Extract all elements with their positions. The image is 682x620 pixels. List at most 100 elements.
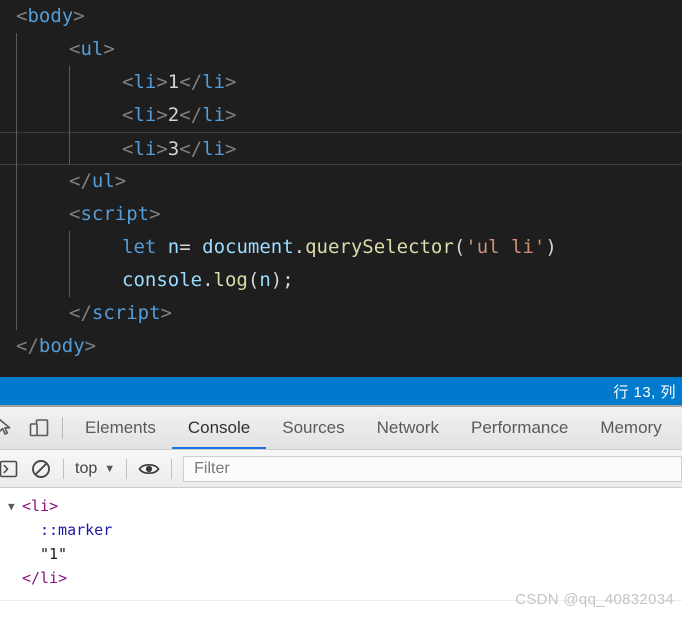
- code-token-fn: log: [213, 269, 248, 291]
- code-token-var: console: [122, 269, 203, 291]
- console-filter-input[interactable]: Filter: [183, 455, 682, 482]
- code-token-paren: .: [293, 236, 306, 258]
- code-editor-lines[interactable]: <body> <ul> <li>1</li> <li>2</li> <li>3</li>…: [0, 0, 682, 363]
- code-token-tag: li: [202, 71, 226, 93]
- tab-label: Memory: [600, 418, 662, 437]
- code-token-paren: );: [270, 269, 294, 291]
- code-token-punct: >: [114, 170, 127, 192]
- code-line-text: <body>: [16, 5, 85, 27]
- code-token-punct: >: [225, 104, 237, 126]
- disclosure-triangle-icon[interactable]: ▼: [8, 495, 22, 519]
- code-line-text: let n= document.querySelector('ul li'): [16, 236, 557, 258]
- code-token-punct: >: [149, 203, 161, 225]
- console-filter-placeholder: Filter: [194, 459, 230, 477]
- code-token-paren: (: [453, 236, 466, 258]
- tab-label: Elements: [85, 418, 156, 437]
- code-token-tag: body: [27, 5, 74, 27]
- code-line[interactable]: <ul>: [0, 33, 682, 66]
- watermark-label: CSDN @qq_40832034: [515, 591, 674, 608]
- console-token-tag: <li>: [22, 497, 59, 515]
- code-token-str: 'ul li': [465, 236, 546, 258]
- code-token-kw: let: [122, 236, 157, 258]
- console-output-row[interactable]: "1": [0, 542, 682, 566]
- code-line[interactable]: <body>: [0, 0, 682, 33]
- code-token-var: document: [202, 236, 294, 258]
- code-line[interactable]: <script>: [0, 198, 682, 231]
- code-token-fn: querySelector: [305, 236, 454, 258]
- inspect-cursor-icon[interactable]: [0, 409, 22, 447]
- tab-console[interactable]: Console: [171, 407, 267, 449]
- code-line[interactable]: <li>1</li>: [0, 66, 682, 99]
- tab-sources[interactable]: Sources: [266, 407, 360, 449]
- code-line[interactable]: <li>2</li>: [0, 99, 682, 132]
- tab-memory[interactable]: Memory: [584, 407, 677, 449]
- code-editor[interactable]: <body> <ul> <li>1</li> <li>2</li> <li>3</li>…: [0, 0, 682, 377]
- code-token-punct: >: [160, 302, 172, 324]
- code-token-punct: <: [122, 104, 134, 126]
- console-context-selector[interactable]: top ▼: [69, 460, 121, 478]
- code-line-text: <li>1</li>: [16, 71, 236, 93]
- toolbar-divider: [62, 417, 63, 439]
- code-token-tag: script: [80, 203, 150, 225]
- code-line[interactable]: </ul>: [0, 165, 682, 198]
- code-line-text: </script>: [16, 302, 172, 324]
- code-token-punct: </: [69, 170, 92, 192]
- tab-performance[interactable]: Performance: [455, 407, 584, 449]
- tab-label: Performance: [470, 418, 569, 437]
- device-toolbar-icon[interactable]: [22, 409, 56, 447]
- live-expression-eye-icon[interactable]: [132, 454, 166, 484]
- chevron-down-icon: ▼: [104, 462, 116, 475]
- code-line-text: </body>: [16, 335, 96, 357]
- console-toolbar-divider: [63, 458, 64, 479]
- code-token-var: n: [259, 269, 271, 291]
- console-output-row[interactable]: </li>: [0, 566, 682, 590]
- tab-label: Console: [187, 418, 251, 437]
- code-token-punct: <: [69, 38, 81, 60]
- code-line[interactable]: <li>3</li>: [0, 132, 682, 165]
- code-token-tag: li: [202, 138, 226, 160]
- code-token-punct: <: [16, 5, 28, 27]
- code-line[interactable]: console.log(n);: [0, 264, 682, 297]
- code-token-tag: ul: [80, 38, 104, 60]
- console-toolbar-divider-3: [171, 458, 173, 479]
- code-token-punct: </: [179, 104, 203, 126]
- code-line[interactable]: </script>: [0, 297, 682, 330]
- code-line-text: <script>: [16, 203, 161, 225]
- clear-console-icon[interactable]: [24, 454, 58, 484]
- code-token-text: 3: [167, 138, 180, 160]
- code-line-text: <li>2</li>: [16, 104, 236, 126]
- devtools-tabs: Elements Console Sources Network Performance…: [69, 407, 678, 449]
- code-token-punct: >: [156, 138, 168, 160]
- code-line-text: <li>3</li>: [16, 138, 236, 160]
- code-line-text: </ul>: [16, 170, 126, 192]
- code-line[interactable]: let n= document.querySelector('ul li'): [0, 231, 682, 264]
- code-token-tag: li: [133, 71, 157, 93]
- console-output-row[interactable]: ▼ <li>: [0, 494, 682, 518]
- cursor-position-label[interactable]: 行 13, 列: [613, 381, 676, 402]
- code-token-punct: >: [156, 104, 168, 126]
- code-token-punct: </: [179, 138, 203, 160]
- code-token-punct: >: [156, 71, 168, 93]
- editor-status-bar: 行 13, 列: [0, 377, 682, 405]
- code-token-paren: =: [179, 236, 203, 258]
- code-token-punct: >: [73, 5, 85, 27]
- console-toolbar: top ▼ Filter: [0, 450, 682, 488]
- code-token-paren: ): [545, 236, 557, 258]
- console-message[interactable]: ▼ <li>::marker"1" </li>: [0, 494, 682, 590]
- screenshot-root: <body> <ul> <li>1</li> <li>2</li> <li>3</li>…: [0, 0, 682, 620]
- code-token-punct: >: [103, 38, 115, 60]
- code-line[interactable]: </body>: [0, 330, 682, 363]
- tab-elements[interactable]: Elements: [69, 407, 172, 449]
- code-token-var: n: [167, 236, 180, 258]
- code-token-punct: </: [69, 302, 92, 324]
- tab-label: Network: [376, 418, 439, 437]
- tab-network[interactable]: Network: [361, 407, 455, 449]
- code-line-text: console.log(n);: [16, 269, 294, 291]
- code-token-tag: body: [38, 335, 85, 357]
- code-token-tag: li: [133, 104, 157, 126]
- console-token-pseudo: ::marker: [40, 521, 113, 539]
- code-token-tag: li: [202, 104, 226, 126]
- console-sidebar-icon[interactable]: [0, 454, 24, 484]
- console-output-row[interactable]: ::marker: [0, 518, 682, 542]
